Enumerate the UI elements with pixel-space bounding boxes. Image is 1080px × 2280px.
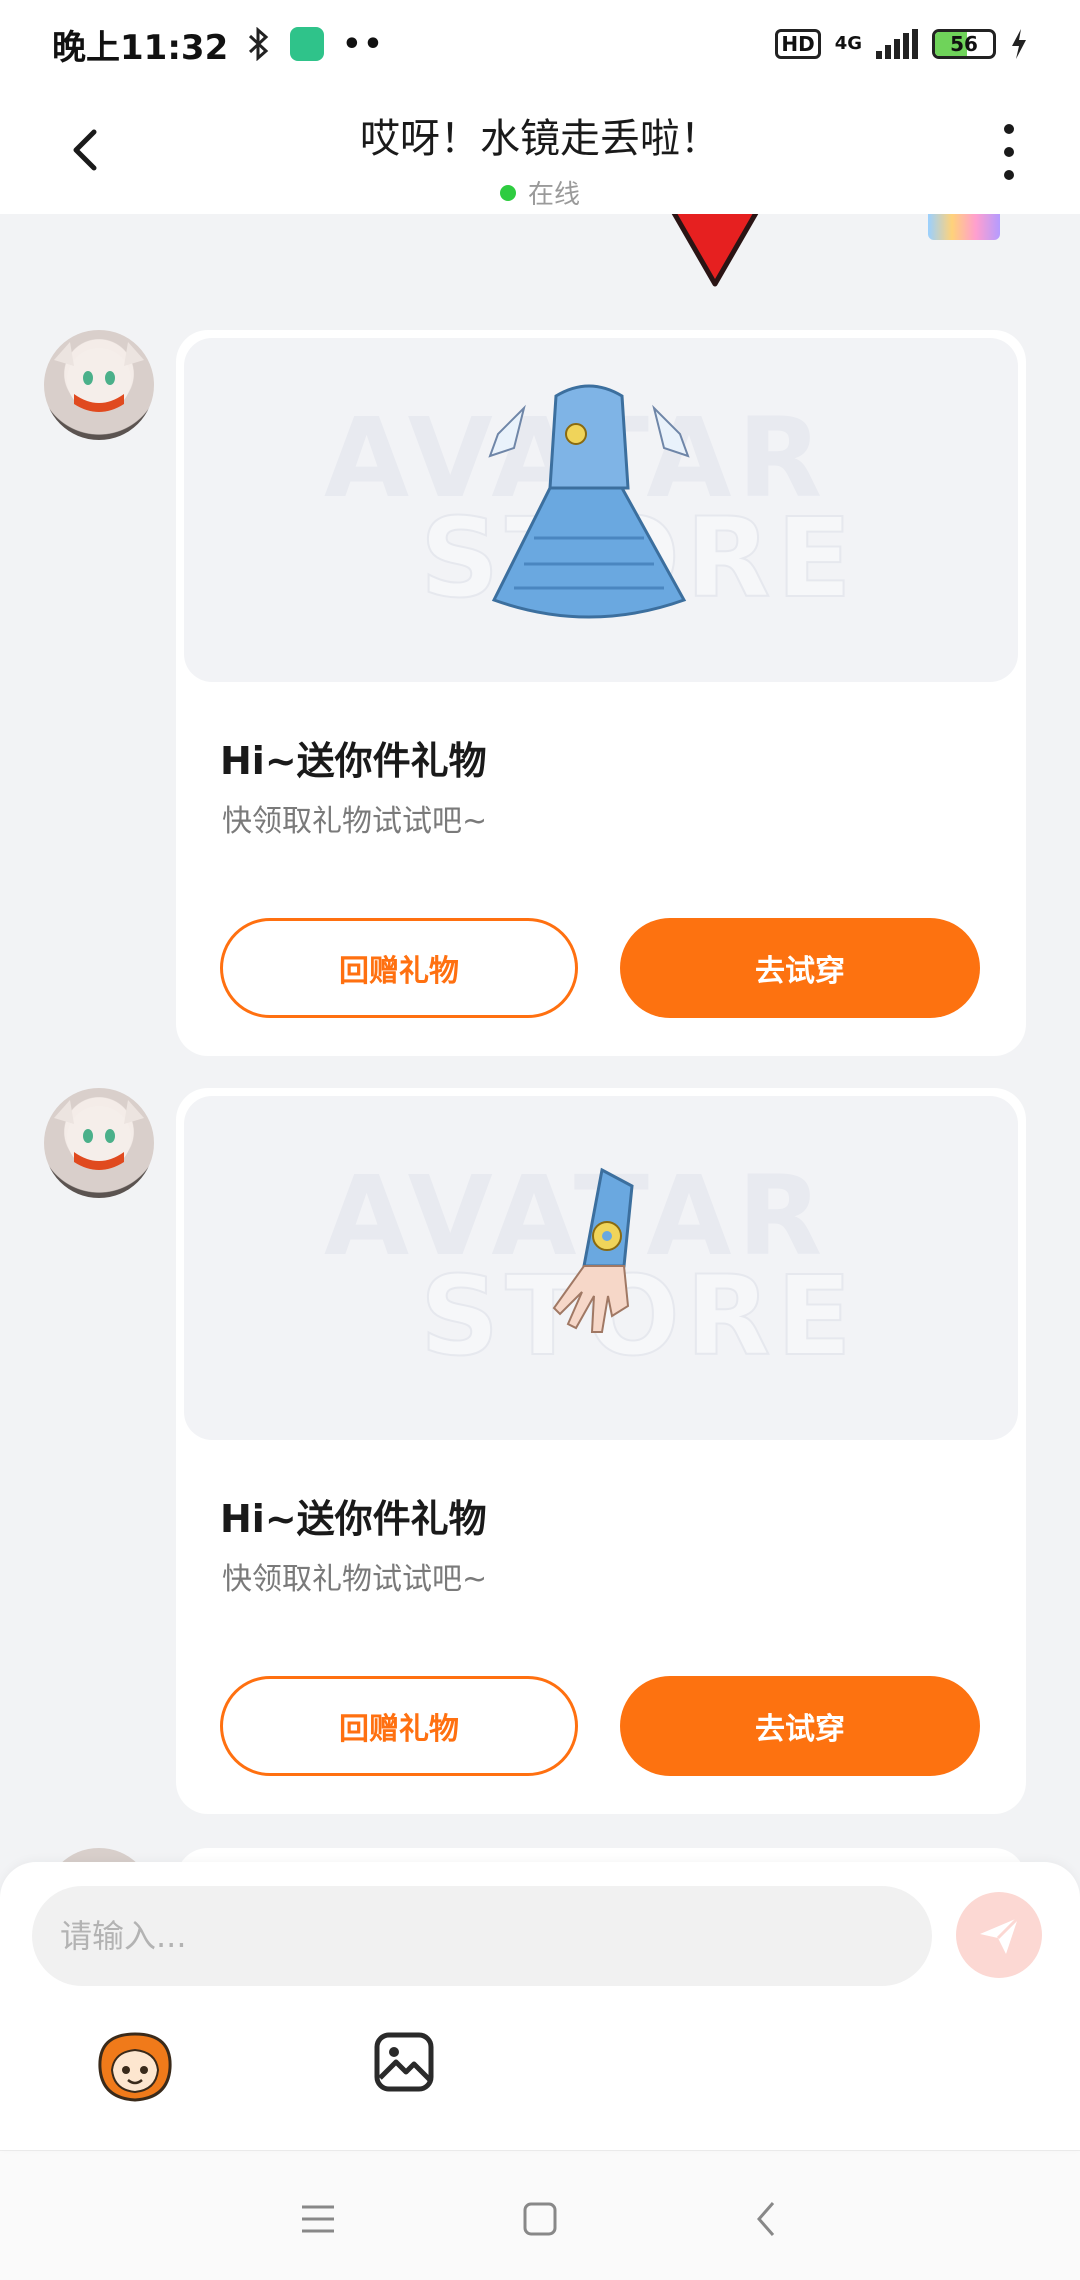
try-on-button[interactable]: 去试穿 <box>620 1676 980 1776</box>
online-status: 在线 <box>0 174 1080 211</box>
battery-level: 56 <box>950 32 978 56</box>
gift-preview[interactable]: AVATAR STORE <box>184 1096 1018 1440</box>
signal-icon <box>876 29 918 59</box>
home-square-icon <box>523 2202 557 2236</box>
card-title: Hi~送你件礼物 <box>220 739 487 783</box>
online-dot-icon <box>499 184 516 201</box>
return-gift-button[interactable]: 回赠礼物 <box>220 1676 578 1776</box>
more-notifications-icon: •• <box>342 26 385 62</box>
more-dot-icon <box>1004 124 1014 134</box>
image-button[interactable] <box>372 2030 436 2094</box>
return-gift-button[interactable]: 回赠礼物 <box>220 918 578 1018</box>
gift-card: AVATAR STORE Hi~送你件礼物 快领取礼物试试吧~ 回赠礼物 去试穿 <box>176 330 1026 1056</box>
message-input[interactable] <box>32 1886 932 1986</box>
system-nav-bar <box>0 2150 1080 2280</box>
network-type: 4G <box>834 33 862 54</box>
battery-icon: 56 <box>932 29 996 59</box>
avatar[interactable] <box>44 330 154 440</box>
send-button[interactable] <box>956 1892 1042 1978</box>
online-status-label: 在线 <box>527 180 580 210</box>
more-dot-icon <box>1004 170 1014 180</box>
bluetooth-icon <box>249 27 269 61</box>
send-icon <box>980 1916 1020 1954</box>
dress-icon <box>488 384 690 619</box>
sticker-button[interactable] <box>92 2028 178 2104</box>
chat-header: 哎呀！水镜走丢啦！ 在线 <box>0 88 1080 214</box>
home-button[interactable] <box>512 2191 568 2247</box>
gift-box-sticker <box>928 214 1000 240</box>
try-on-button[interactable]: 去试穿 <box>620 918 980 1018</box>
more-dot-icon <box>1004 147 1014 157</box>
card-subtitle: 快领取礼物试试吧~ <box>222 1562 488 1597</box>
hd-icon: HD <box>775 29 821 59</box>
chevron-left-icon <box>757 2202 775 2236</box>
composer <box>0 1862 1080 2150</box>
status-time: 晚上11:32 <box>52 27 229 68</box>
more-options-button[interactable] <box>994 124 1024 180</box>
menu-icon <box>302 2205 334 2233</box>
recents-button[interactable] <box>290 2191 346 2247</box>
mascot-icon <box>98 2032 172 2102</box>
system-back-button[interactable] <box>738 2191 794 2247</box>
card-subtitle: 快领取礼物试试吧~ <box>222 804 488 839</box>
avatar-image <box>54 1100 144 1170</box>
gift-card: AVATAR STORE Hi~送你件礼物 快领取礼物试试吧~ 回赠礼物 去试穿 <box>176 1088 1026 1814</box>
glove-icon <box>552 1167 634 1333</box>
security-app-icon <box>290 27 325 61</box>
charging-icon <box>1012 29 1026 59</box>
title-block: 哎呀！水镜走丢啦！ 在线 <box>0 106 1080 211</box>
avatar-image <box>54 342 144 412</box>
avatar[interactable] <box>44 1088 154 1198</box>
gift-preview[interactable]: AVATAR STORE <box>184 338 1018 682</box>
chat-list[interactable]: AVATAR STORE Hi~送你件礼物 快领取礼物试试吧~ 回赠礼物 去试穿 <box>0 214 1080 1864</box>
status-bar: 晚上11:32 •• HD 4G 56 <box>0 0 1080 88</box>
page-title: 哎呀！水镜走丢啦！ <box>360 116 720 162</box>
image-icon <box>374 2032 434 2092</box>
card-title: Hi~送你件礼物 <box>220 1497 487 1541</box>
heart-sticker <box>671 214 759 287</box>
